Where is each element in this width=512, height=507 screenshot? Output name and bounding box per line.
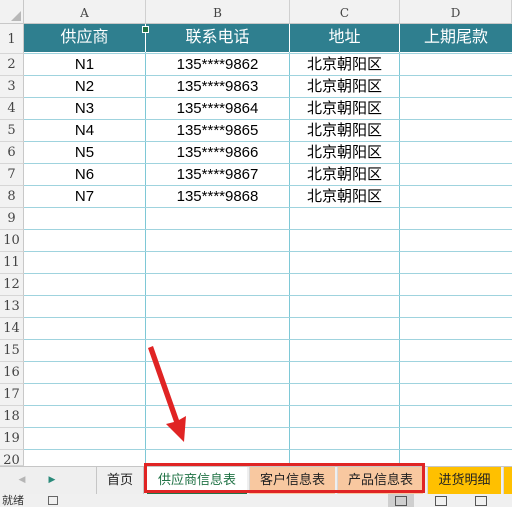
- gridline: [24, 427, 512, 428]
- row-header-3[interactable]: 3: [0, 76, 24, 98]
- sheet-tab-product-info[interactable]: 产品信息表: [337, 467, 423, 494]
- gridline: [24, 273, 512, 274]
- sheet-tab-home[interactable]: 首页: [96, 467, 144, 494]
- gridline: [24, 339, 512, 340]
- table-cell[interactable]: [400, 54, 512, 76]
- row-header-4[interactable]: 4: [0, 98, 24, 120]
- table-cell[interactable]: 北京朝阳区: [290, 142, 399, 164]
- column-header-c[interactable]: C: [290, 0, 400, 24]
- table-cell[interactable]: 135****9863: [146, 76, 289, 98]
- row-header-8[interactable]: 8: [0, 186, 24, 208]
- row-header-6[interactable]: 6: [0, 142, 24, 164]
- row-header-18[interactable]: 18: [0, 406, 24, 428]
- table-cell[interactable]: [400, 98, 512, 120]
- fill-handle[interactable]: [142, 26, 149, 33]
- sheet-tab-overflow[interactable]: [503, 467, 512, 494]
- sheet-tab-purchase-detail[interactable]: 进货明细: [427, 467, 501, 494]
- row-header-9[interactable]: 9: [0, 208, 24, 230]
- row-header-19[interactable]: 19: [0, 428, 24, 450]
- row-header-16[interactable]: 16: [0, 362, 24, 384]
- table-cell[interactable]: 北京朝阳区: [290, 186, 399, 208]
- macro-record-icon[interactable]: [48, 496, 58, 505]
- row-header-10[interactable]: 10: [0, 230, 24, 252]
- gridline: [24, 361, 512, 362]
- gridline: [24, 405, 512, 406]
- table-cell[interactable]: 北京朝阳区: [290, 76, 399, 98]
- table-cell[interactable]: [400, 76, 512, 98]
- table-cell[interactable]: 北京朝阳区: [290, 164, 399, 186]
- table-cell[interactable]: [400, 142, 512, 164]
- table-cell[interactable]: 135****9862: [146, 54, 289, 76]
- gridline: [24, 449, 512, 450]
- table-header-cell[interactable]: 地址: [290, 24, 400, 52]
- gridline: [24, 317, 512, 318]
- column-header-b[interactable]: B: [146, 0, 290, 24]
- table-cell[interactable]: 135****9864: [146, 98, 289, 120]
- row-header-11[interactable]: 11: [0, 252, 24, 274]
- row-header-14[interactable]: 14: [0, 318, 24, 340]
- table-cell[interactable]: 北京朝阳区: [290, 54, 399, 76]
- row-header-5[interactable]: 5: [0, 120, 24, 142]
- table-cell[interactable]: 135****9866: [146, 142, 289, 164]
- table-header-cell[interactable]: 联系电话: [146, 24, 290, 52]
- select-all-corner[interactable]: [0, 0, 24, 24]
- table-cell[interactable]: [400, 120, 512, 142]
- normal-view-icon[interactable]: [388, 494, 414, 507]
- table-cell[interactable]: N2: [24, 76, 145, 98]
- triangle-right-icon[interactable]: ▶: [40, 467, 64, 494]
- sheet-grid[interactable]: 供应商 联系电话 地址 上期尾款 N1 135****9862 北京朝阳区 N2…: [24, 24, 512, 466]
- row-header-17[interactable]: 17: [0, 384, 24, 406]
- table-cell[interactable]: 北京朝阳区: [290, 98, 399, 120]
- row-header-12[interactable]: 12: [0, 274, 24, 296]
- table-cell[interactable]: 135****9868: [146, 186, 289, 208]
- table-cell[interactable]: [400, 186, 512, 208]
- column-header-a[interactable]: A: [24, 0, 146, 24]
- triangle-left-icon[interactable]: ◀: [10, 467, 34, 494]
- gridline: [24, 251, 512, 252]
- annotation-arrow-icon: [148, 346, 186, 442]
- row-header-15[interactable]: 15: [0, 340, 24, 362]
- gridline: [24, 295, 512, 296]
- sheet-tab-customer-info[interactable]: 客户信息表: [249, 467, 335, 494]
- row-header-20[interactable]: 20: [0, 450, 24, 466]
- table-cell[interactable]: N7: [24, 186, 145, 208]
- page-layout-icon[interactable]: [428, 494, 454, 507]
- table-cell[interactable]: 135****9865: [146, 120, 289, 142]
- table-cell[interactable]: 北京朝阳区: [290, 120, 399, 142]
- table-cell[interactable]: [400, 164, 512, 186]
- table-cell[interactable]: N3: [24, 98, 145, 120]
- gridline: [24, 229, 512, 230]
- row-header-7[interactable]: 7: [0, 164, 24, 186]
- row-header-2[interactable]: 2: [0, 54, 24, 76]
- table-cell[interactable]: N5: [24, 142, 145, 164]
- row-header-13[interactable]: 13: [0, 296, 24, 318]
- table-header-cell[interactable]: 上期尾款: [400, 24, 512, 52]
- status-text: 就绪: [2, 495, 24, 507]
- page-break-preview-icon[interactable]: [468, 494, 494, 507]
- row-header-1[interactable]: 1: [0, 24, 24, 54]
- table-cell[interactable]: 135****9867: [146, 164, 289, 186]
- sheet-tab-supplier-info[interactable]: 供应商信息表: [147, 467, 247, 494]
- gridline: [24, 383, 512, 384]
- table-cell[interactable]: N1: [24, 54, 145, 76]
- table-cell[interactable]: N4: [24, 120, 145, 142]
- select-all-triangle-icon: [11, 11, 21, 21]
- table-cell[interactable]: N6: [24, 164, 145, 186]
- table-header-cell[interactable]: 供应商: [24, 24, 146, 52]
- status-bar: 就绪: [0, 494, 512, 507]
- sheet-tab-bar: ◀ ▶ 首页 供应商信息表 客户信息表 产品信息表 进货明细: [0, 466, 512, 494]
- column-header-d[interactable]: D: [400, 0, 512, 24]
